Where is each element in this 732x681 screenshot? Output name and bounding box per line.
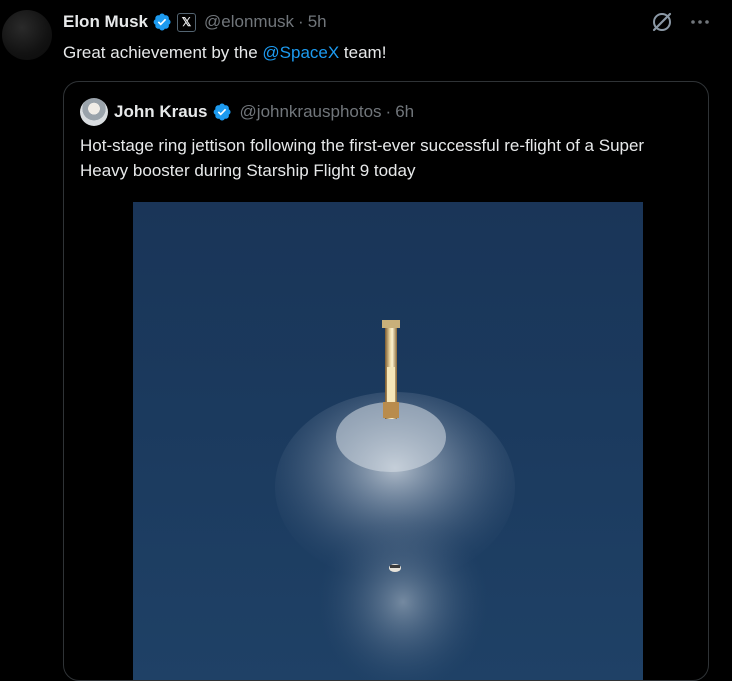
quote-text: Hot-stage ring jettison following the fi…: [80, 136, 645, 180]
tweet-actions-top: [650, 10, 712, 34]
mention-link[interactable]: @SpaceX: [262, 43, 339, 62]
verified-badge-icon[interactable]: [152, 12, 172, 32]
quote-timestamp[interactable]: 6h: [395, 102, 414, 122]
quote-author-name[interactable]: John Kraus: [114, 102, 208, 122]
tweet-text: Great achievement by the @SpaceX team!: [63, 42, 386, 64]
tweet-text-after: team!: [339, 43, 387, 62]
rocket-photo-graphic: [275, 320, 515, 680]
separator-dot: ·: [298, 12, 304, 31]
quote-author-avatar[interactable]: [80, 98, 108, 126]
author-avatar[interactable]: [2, 10, 52, 60]
quoted-tweet[interactable]: John Kraus @johnkrausphotos · 6h Hot-sta…: [63, 81, 709, 681]
quote-photo[interactable]: [133, 202, 643, 680]
author-handle[interactable]: @elonmusk: [204, 12, 294, 32]
hot-stage-ring-shadow: [390, 565, 400, 568]
rocket-upper-stage: [387, 367, 395, 402]
separator-dot: ·: [385, 102, 392, 121]
grok-icon[interactable]: [650, 10, 674, 34]
rocket-engine-section: [383, 402, 399, 418]
more-options-icon[interactable]: [688, 10, 712, 34]
quote-author-handle[interactable]: @johnkrausphotos: [240, 102, 382, 122]
quote-header: John Kraus @johnkrausphotos · 6h: [80, 98, 414, 126]
x-affiliation-icon[interactable]: 𝕏: [177, 12, 197, 32]
rocket-top: [382, 320, 400, 328]
author-name[interactable]: Elon Musk: [63, 12, 148, 32]
tweet-text-before: Great achievement by the: [63, 43, 263, 62]
verified-badge-icon[interactable]: [212, 102, 232, 122]
tweet-timestamp[interactable]: 5h: [308, 12, 327, 32]
tweet: Elon Musk 𝕏 @elonmusk · 5h Great achieve…: [0, 0, 732, 681]
tweet-header: Elon Musk 𝕏 @elonmusk · 5h: [63, 11, 327, 33]
